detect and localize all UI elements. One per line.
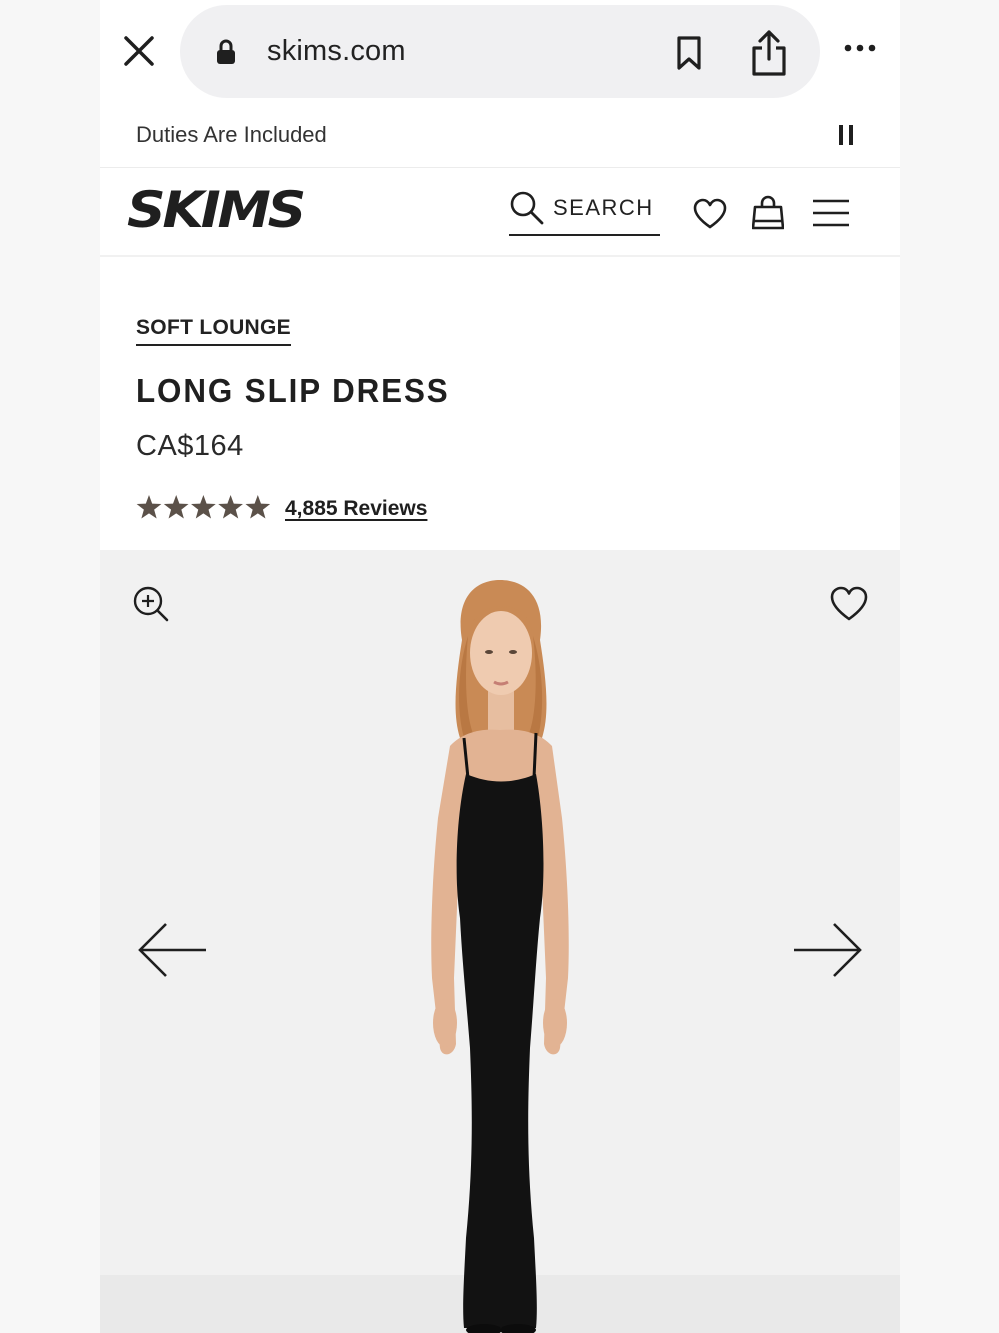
- menu-button[interactable]: [812, 198, 850, 228]
- phone-screen: skims.com Duties Are Included SKIMS SEAR…: [100, 0, 900, 1333]
- rating-stars[interactable]: [136, 493, 271, 521]
- shopping-bag-icon: [751, 195, 785, 230]
- reviews-link[interactable]: 4,885 Reviews: [285, 497, 427, 521]
- product-price: CA$164: [136, 430, 244, 462]
- zoom-button[interactable]: [132, 585, 170, 623]
- announcement-text: Duties Are Included: [136, 122, 327, 147]
- close-button[interactable]: [122, 34, 156, 68]
- more-options-button[interactable]: [843, 38, 877, 58]
- svg-text:SKIMS: SKIMS: [127, 183, 304, 235]
- product-image-gallery[interactable]: [100, 550, 900, 1333]
- shopping-bag-button[interactable]: [751, 194, 785, 230]
- search-label: SEARCH: [553, 195, 654, 220]
- arrow-right-icon: [794, 923, 862, 977]
- arrow-left-icon: [138, 923, 206, 977]
- close-icon: [124, 36, 154, 66]
- previous-image-button[interactable]: [136, 920, 208, 980]
- bookmark-icon: [677, 36, 701, 70]
- skims-logo[interactable]: SKIMS: [127, 181, 307, 240]
- next-image-button[interactable]: [792, 920, 864, 980]
- hamburger-menu-icon: [813, 199, 849, 227]
- bookmark-button[interactable]: [674, 35, 704, 71]
- lock-icon: [217, 39, 235, 64]
- product-photo: [431, 580, 569, 1333]
- wishlist-button[interactable]: [693, 198, 727, 230]
- search-icon: [510, 191, 544, 225]
- site-header: SKIMS SEARCH: [100, 168, 900, 257]
- share-button[interactable]: [750, 29, 788, 77]
- heart-icon: [830, 586, 868, 621]
- zoom-in-icon: [133, 586, 169, 622]
- heart-icon: [693, 198, 727, 229]
- product-title: LONG SLIP DRESS: [136, 372, 450, 409]
- search-field[interactable]: SEARCH: [509, 188, 660, 236]
- star-icon: [245, 495, 271, 519]
- more-icon: [844, 44, 876, 52]
- url-text: skims.com: [267, 35, 406, 67]
- address-bar[interactable]: skims.com: [180, 5, 820, 98]
- star-icon: [191, 495, 216, 519]
- star-icon: [136, 495, 162, 519]
- share-icon: [752, 30, 786, 76]
- star-icon: [163, 495, 189, 519]
- pause-announcement-button[interactable]: [836, 123, 856, 147]
- collection-link[interactable]: SOFT LOUNGE: [136, 316, 291, 346]
- star-icon: [218, 495, 243, 519]
- browser-toolbar: skims.com: [100, 0, 900, 105]
- announcement-bar: Duties Are Included: [100, 105, 900, 168]
- add-to-wishlist-button[interactable]: [830, 586, 868, 622]
- pause-icon: [839, 125, 853, 145]
